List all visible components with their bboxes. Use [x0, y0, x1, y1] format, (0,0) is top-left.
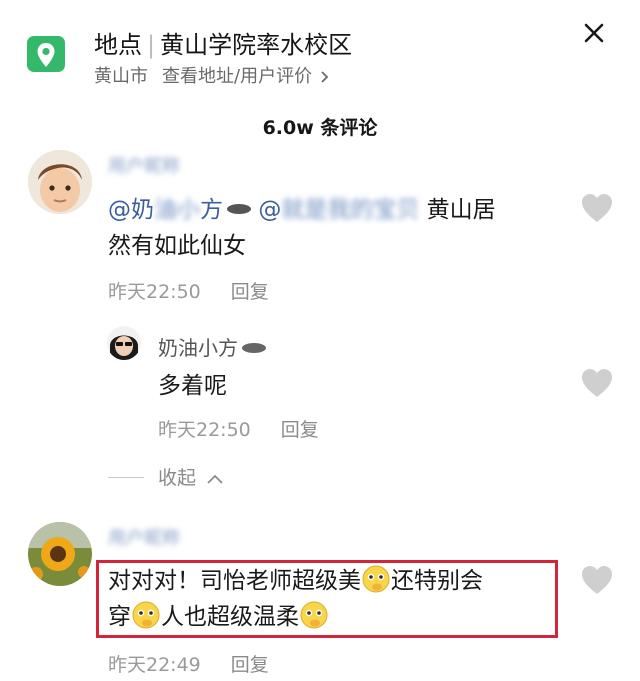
chevron-up-icon	[207, 474, 223, 484]
comment-text-line: 然有如此仙女	[108, 233, 246, 259]
reply-button[interactable]: 回复	[231, 281, 269, 303]
close-button[interactable]	[580, 18, 608, 48]
heart-icon	[582, 369, 612, 397]
avatar[interactable]	[107, 326, 141, 360]
commenter-name[interactable]: 用户昵称	[108, 152, 180, 178]
comment-text: @奶油小方 @就是我的宝贝 黄山居	[108, 197, 496, 223]
location-label: 地点	[94, 31, 142, 59]
location-name: 黄山学院率水校区	[160, 31, 353, 59]
collapse-replies-button[interactable]: 收起	[158, 463, 224, 490]
mention-link[interactable]: @奶油小方	[108, 197, 251, 223]
location-pin-icon	[27, 36, 65, 72]
comment-time: 昨天22:50	[158, 419, 251, 441]
reply-button[interactable]: 回复	[281, 419, 319, 441]
comment-meta: 昨天22:50 回复	[158, 415, 319, 442]
mention-link[interactable]: @就是我的宝贝	[258, 197, 419, 223]
highlight-box	[96, 560, 558, 638]
commenter-name[interactable]: 用户昵称	[108, 524, 180, 550]
chevron-right-icon	[321, 71, 329, 83]
reply-button[interactable]: 回复	[231, 654, 269, 676]
comment-count: 6.0w 条评论	[262, 117, 378, 139]
comment-meta: 昨天22:50 回复	[108, 277, 269, 304]
avatar[interactable]	[28, 150, 92, 214]
reply-author[interactable]: 奶油小方	[158, 332, 266, 361]
user-badge-icon	[227, 203, 251, 214]
comment-time: 昨天22:50	[108, 281, 201, 303]
like-button[interactable]	[580, 564, 614, 596]
comment-meta: 昨天22:49 回复	[108, 650, 269, 677]
location-title[interactable]: 地点 | 黄山学院率水校区	[94, 25, 352, 60]
user-badge-icon	[242, 342, 266, 353]
heart-icon	[582, 566, 612, 594]
location-detail-link[interactable]: 查看地址/用户评价	[162, 66, 312, 87]
reply-text: 多着呢	[158, 373, 227, 399]
title-divider: |	[147, 31, 156, 59]
close-icon	[584, 23, 604, 43]
location-city: 黄山市	[94, 66, 148, 87]
avatar[interactable]	[28, 522, 92, 586]
like-button[interactable]	[580, 367, 614, 399]
heart-icon	[582, 194, 612, 222]
comment-time: 昨天22:49	[108, 654, 201, 676]
divider	[108, 477, 144, 478]
like-button[interactable]	[580, 192, 614, 224]
location-subtitle[interactable]: 黄山市 查看地址/用户评价	[94, 62, 330, 88]
